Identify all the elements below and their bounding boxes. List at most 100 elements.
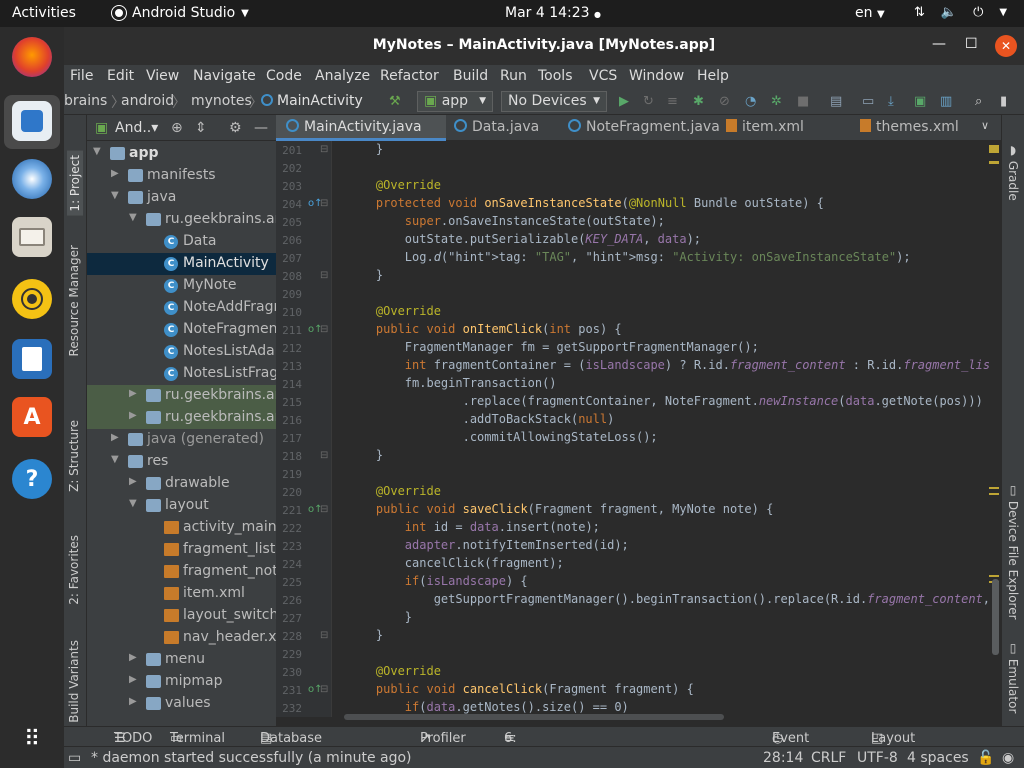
tab-notefragment[interactable]: NoteFragment.java <box>562 115 720 141</box>
tree-item[interactable]: ▼ res <box>87 451 276 473</box>
hide-panel-icon[interactable]: — <box>254 120 268 136</box>
tree-item[interactable]: ▶ drawable <box>87 473 276 495</box>
chevron-right-icon[interactable]: ▶ <box>129 674 137 685</box>
gear-icon[interactable]: ⚙ <box>229 120 242 136</box>
collapse-all-icon[interactable]: ⇕ <box>195 120 207 136</box>
sdk-manager-icon[interactable]: ⤓ <box>888 94 894 109</box>
tab-themes-xml[interactable]: themes.xml <box>858 115 973 141</box>
fold-icon[interactable]: ⊟ <box>320 684 328 695</box>
menu-analyze[interactable]: Analyze <box>315 68 370 84</box>
tree-item[interactable]: ▶ values <box>87 693 276 715</box>
fold-icon[interactable]: ⊟ <box>320 504 328 515</box>
status-window-icon[interactable]: ▭ <box>68 750 81 766</box>
volume-icon[interactable]: 🔈 <box>941 5 957 20</box>
software-center-icon[interactable]: A <box>12 397 52 437</box>
device-manager-icon[interactable]: ▥ <box>940 94 952 109</box>
files-icon[interactable] <box>12 217 52 257</box>
power-icon[interactable]: ⏻ <box>973 5 983 20</box>
close-icon[interactable]: ✕ <box>995 35 1017 57</box>
menu-vcs[interactable]: VCS <box>589 68 617 84</box>
tree-item[interactable]: C NotesListAdap <box>87 341 276 363</box>
avd-manager-icon[interactable]: ▭ <box>862 94 874 109</box>
chevron-down-icon[interactable]: ▼ <box>129 498 137 509</box>
line-separator[interactable]: CRLF <box>811 750 846 766</box>
tab-item-xml[interactable]: item.xml <box>720 115 828 141</box>
profile-icon[interactable]: ◔ <box>745 94 756 109</box>
show-apps-icon[interactable]: ⠿ <box>12 719 52 759</box>
firefox-icon[interactable] <box>12 37 52 77</box>
tree-item[interactable]: C MyNote <box>87 275 276 297</box>
menu-run[interactable]: Run <box>500 68 527 84</box>
thunderbird-icon[interactable] <box>12 159 52 199</box>
debug-icon[interactable]: ✱ <box>693 94 704 109</box>
attach-process-icon[interactable]: ✲ <box>771 94 782 109</box>
tree-item[interactable]: ▶ menu <box>87 649 276 671</box>
tree-item[interactable]: C NoteFragmen <box>87 319 276 341</box>
tree-item[interactable]: layout_switch <box>87 605 276 627</box>
tab-mainactivity[interactable]: MainActivity.java <box>276 115 446 141</box>
tab-project[interactable]: 1: Project <box>67 151 83 216</box>
search-icon[interactable]: ⌕ <box>975 94 982 109</box>
tree-item[interactable]: ▶ manifests <box>87 165 276 187</box>
locate-file-icon[interactable]: ⊕ <box>171 120 183 136</box>
chevron-right-icon[interactable]: ▶ <box>111 432 119 443</box>
fold-icon[interactable]: ⊟ <box>320 630 328 641</box>
tree-item[interactable]: ▶ mipmap <box>87 671 276 693</box>
attach-debugger-icon[interactable]: ⊘ <box>719 94 730 109</box>
menu-navigate[interactable]: Navigate <box>193 68 256 84</box>
tree-item[interactable]: item.xml <box>87 583 276 605</box>
language-selector[interactable]: en ▼ <box>855 5 885 21</box>
caret-position[interactable]: 28:14 <box>763 750 803 766</box>
fold-icon[interactable]: ⊟ <box>320 450 328 461</box>
editor-vertical-scrollbar[interactable] <box>992 579 999 655</box>
tree-item[interactable]: ▼ java <box>87 187 276 209</box>
tab-favorites[interactable]: 2: Favorites <box>67 535 81 605</box>
chevron-down-icon[interactable]: ▼ <box>129 212 137 223</box>
warning-marker[interactable] <box>989 487 999 489</box>
tab-build-variants[interactable]: Build Variants <box>67 640 81 723</box>
menu-build[interactable]: Build <box>453 68 488 84</box>
tree-item[interactable]: ▼ layout <box>87 495 276 517</box>
warning-marker[interactable] <box>989 161 999 164</box>
chevron-right-icon[interactable]: ▶ <box>129 410 137 421</box>
warning-marker[interactable] <box>989 493 999 495</box>
chevron-right-icon[interactable]: ▶ <box>129 388 137 399</box>
chevron-down-icon[interactable]: ▼ <box>999 5 1007 20</box>
help-icon[interactable]: ? <box>12 459 52 499</box>
warning-marker[interactable] <box>989 575 999 577</box>
tree-item[interactable]: ▶ java (generated) <box>87 429 276 451</box>
lock-icon[interactable]: 🔓 <box>977 750 994 766</box>
tree-item[interactable]: fragment_not <box>87 561 276 583</box>
tabs-overflow-chevron-icon[interactable]: ∨ <box>981 119 989 132</box>
warning-marker-icon[interactable] <box>989 145 999 153</box>
tab-structure[interactable]: Z: Structure <box>67 420 81 492</box>
menu-tools[interactable]: Tools <box>538 68 573 84</box>
device-select[interactable]: No Devices ▼ <box>501 91 607 112</box>
chevron-down-icon[interactable]: ▼ <box>111 454 119 465</box>
fold-icon[interactable]: ⊟ <box>320 270 328 281</box>
fold-icon[interactable]: ⊟ <box>320 144 328 155</box>
tab-resource-manager[interactable]: Resource Manager <box>67 245 81 356</box>
project-view-select[interactable]: And..▾ <box>115 120 158 136</box>
fold-icon[interactable]: ⊟ <box>320 198 328 209</box>
menu-code[interactable]: Code <box>266 68 302 84</box>
breadcrumb-item[interactable]: brains <box>64 93 107 109</box>
tree-item[interactable]: nav_header.xı <box>87 627 276 649</box>
apply-code-changes-icon[interactable]: ≡ <box>667 94 678 109</box>
file-encoding[interactable]: UTF-8 <box>857 750 898 766</box>
code-editor[interactable]: } @Override protected void onSaveInstanc… <box>333 141 1001 717</box>
rhythmbox-icon[interactable] <box>12 279 52 319</box>
android-studio-icon[interactable] <box>12 101 52 141</box>
breadcrumb-item[interactable]: mynotes <box>191 93 252 109</box>
indent-setting[interactable]: 4 spaces <box>907 750 969 766</box>
tree-item[interactable]: ▼ ru.geekbrains.ar <box>87 209 276 231</box>
run-config-select[interactable]: ▣ app ▼ <box>417 91 493 112</box>
settings-icon[interactable]: ▮ <box>1000 94 1007 109</box>
chevron-down-icon[interactable]: ▼ <box>111 190 119 201</box>
network-icon[interactable]: ⇅ <box>914 5 925 20</box>
system-tray[interactable]: ⇅ 🔈 ⏻ ▼ <box>914 5 1007 20</box>
tree-item[interactable]: ▶ ru.geekbrains.an <box>87 385 276 407</box>
menu-edit[interactable]: Edit <box>107 68 134 84</box>
breadcrumb-current[interactable]: MainActivity <box>261 93 363 109</box>
apply-changes-icon[interactable]: ↻ <box>643 94 654 109</box>
